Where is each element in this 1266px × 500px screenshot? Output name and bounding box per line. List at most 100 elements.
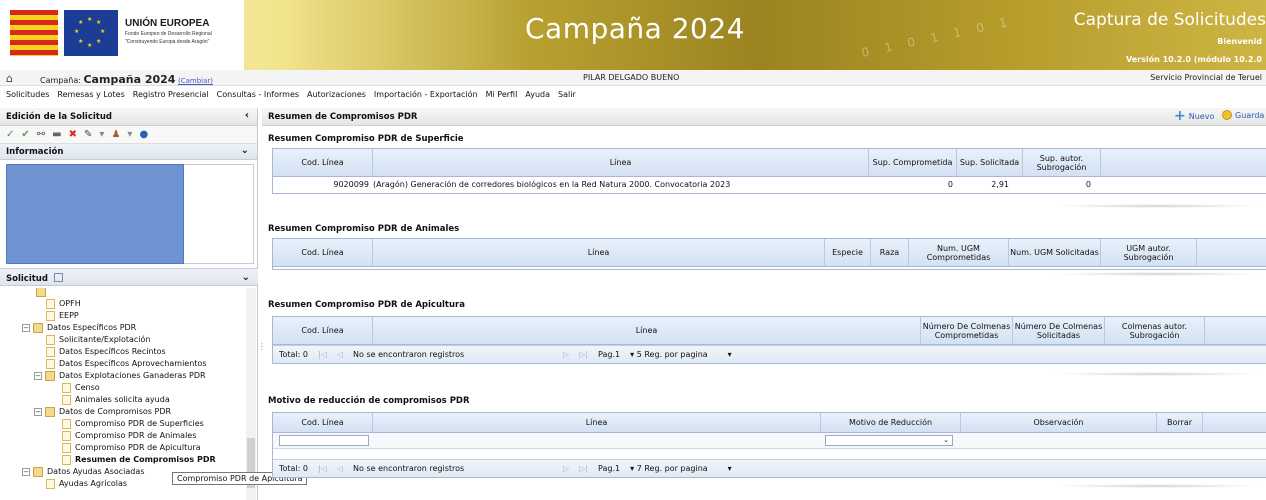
tree-item-solicitante[interactable]: Solicitante/Explotación [46, 334, 151, 346]
menu-salir[interactable]: Salir [558, 88, 576, 104]
eu-logo-block: ★ ★ ★ ★ ★ ★ ★ ★ UNIÓN EUROPEA Fondo Europeo d… [0, 0, 244, 70]
pager-per-page[interactable]: ▾ 7 Reg. por pagina [630, 464, 718, 473]
chevron-down-icon[interactable]: ⌄ [241, 145, 249, 156]
last-page-icon[interactable]: ▷| [579, 464, 588, 473]
tree-item-ayudas-agricolas[interactable]: Ayudas Agrícolas [46, 478, 127, 490]
table-shadow [1052, 484, 1262, 488]
validate-icon[interactable]: ✓ [6, 129, 14, 140]
prev-page-icon[interactable]: ◁ [337, 464, 343, 473]
tree-item-aprovechamientos[interactable]: Datos Específicos Aprovechamientos [46, 358, 206, 370]
dropdown-arrow-icon[interactable]: ▾ [99, 129, 104, 140]
motivo-pager: Total: 0 |◁ ◁ No se encontraron registro… [273, 459, 1266, 477]
tree-item[interactable] [36, 288, 50, 298]
tree-item-datos-especificos-pdr[interactable]: − Datos Específicos PDR [22, 322, 136, 334]
col-sup-comprometida[interactable]: Sup. Comprometida [869, 149, 957, 176]
collapse-icon[interactable]: − [34, 372, 42, 380]
collapse-icon[interactable]: − [22, 324, 30, 332]
col-cod-linea[interactable]: Cod. Línea [273, 317, 373, 344]
table-row[interactable]: 9020099 (Aragón) Generación de corredore… [273, 177, 1266, 193]
check-all-icon[interactable]: ✔ [21, 129, 29, 140]
apicultura-header-row: Cod. Línea Línea Número De Colmenas Comp… [273, 317, 1266, 345]
prev-page-icon[interactable]: ◁ [337, 350, 343, 359]
home-icon[interactable]: ⌂ [6, 72, 13, 85]
col-sup-solicitada[interactable]: Sup. Solicitada [957, 149, 1023, 176]
menu-importacion-exportacion[interactable]: Importación - Exportación [374, 88, 478, 104]
col-sup-subrogacion[interactable]: Sup. autor. Subrogación [1023, 149, 1101, 176]
col-linea[interactable]: Línea [373, 317, 921, 344]
change-campaign-link[interactable]: (Cambiar) [178, 77, 213, 85]
menu-ayuda[interactable]: Ayuda [525, 88, 550, 104]
per-page-dropdown-icon[interactable]: ▾ [728, 350, 732, 359]
col-motivo[interactable]: Motivo de Reducción [821, 413, 961, 432]
col-cod-linea[interactable]: Cod. Línea [273, 413, 373, 432]
superficie-header-row: Cod. Línea Línea Sup. Comprometida Sup. … [273, 149, 1266, 177]
print-icon[interactable]: ▬ [52, 129, 61, 140]
help-icon[interactable]: ● [139, 129, 148, 140]
tree-item-opfh[interactable]: OPFH [46, 298, 81, 310]
menu-solicitudes[interactable]: Solicitudes [6, 88, 49, 104]
next-page-icon[interactable]: ▷ [563, 464, 569, 473]
cod-linea-filter-input[interactable] [279, 435, 369, 446]
table-shadow [1052, 272, 1262, 276]
user-dropdown-icon[interactable]: ▾ [127, 129, 132, 140]
col-colmenas-comprometidas[interactable]: Número De Colmenas Comprometidas [921, 317, 1013, 344]
user-icon[interactable]: ♟ [111, 129, 120, 140]
collapse-icon[interactable]: − [34, 408, 42, 416]
chevron-down-icon[interactable]: ⌄ [242, 272, 250, 283]
tree-item-compromiso-apicultura[interactable]: Compromiso PDR de Apicultura [62, 442, 200, 454]
col-linea[interactable]: Línea [373, 149, 869, 176]
tree-item-ayudas-asociadas[interactable]: − Datos Ayudas Asociadas [22, 466, 144, 478]
collapse-left-icon[interactable]: ‹ [245, 110, 249, 121]
tree-item-datos-compromisos[interactable]: − Datos de Compromisos PDR [34, 406, 171, 418]
tree-item-resumen-compromisos[interactable]: Resumen de Compromisos PDR [62, 454, 216, 466]
col-ugm-subrogacion[interactable]: UGM autor. Subrogación [1101, 239, 1197, 266]
info-section-title: Información [6, 147, 64, 157]
tree-item-eepp[interactable]: EEPP [46, 310, 79, 322]
collapse-icon[interactable]: − [22, 468, 30, 476]
tree-scrollbar[interactable] [246, 288, 256, 500]
col-ugm-solicitadas[interactable]: Num. UGM Solicitadas [1009, 239, 1101, 266]
menu-registro-presencial[interactable]: Registro Presencial [133, 88, 209, 104]
menu-mi-perfil[interactable]: Mi Perfil [486, 88, 518, 104]
edit-icon[interactable]: ✎ [84, 129, 92, 140]
col-linea[interactable]: Línea [373, 239, 825, 266]
motivo-filter-select[interactable]: ⌄ [825, 435, 953, 446]
tree-item-recintos[interactable]: Datos Específicos Recintos [46, 346, 166, 358]
first-page-icon[interactable]: |◁ [318, 464, 327, 473]
col-linea[interactable]: Línea [373, 413, 821, 432]
save-button[interactable]: Guarda [1222, 110, 1264, 120]
solicitud-section-header[interactable]: Solicitud ⌄ [0, 268, 258, 286]
col-especie[interactable]: Especie [825, 239, 871, 266]
pager-page[interactable]: Pag.1 [598, 464, 620, 473]
document-icon [46, 359, 55, 369]
col-ugm-comprometidas[interactable]: Num. UGM Comprometidas [909, 239, 1009, 266]
tree-item-animales-solicita[interactable]: Animales solicita ayuda [62, 394, 170, 406]
binoculars-icon[interactable]: ⚯ [37, 129, 45, 140]
col-cod-linea[interactable]: Cod. Línea [273, 149, 373, 176]
campaign-label: Campaña: Campaña 2024 (Cambiar) [40, 73, 213, 86]
new-button[interactable]: + Nuevo [1174, 108, 1214, 124]
tree-item-explotaciones-ganaderas[interactable]: − Datos Explotaciones Ganaderas PDR [34, 370, 206, 382]
tree-item-compromiso-superficies[interactable]: Compromiso PDR de Superficies [62, 418, 204, 430]
delete-icon[interactable]: ✖ [69, 129, 77, 140]
menu-autorizaciones[interactable]: Autorizaciones [307, 88, 366, 104]
per-page-dropdown-icon[interactable]: ▾ [728, 464, 732, 473]
tree-item-compromiso-animales[interactable]: Compromiso PDR de Animales [62, 430, 196, 442]
col-raza[interactable]: Raza [871, 239, 909, 266]
info-section-header[interactable]: Información ⌄ [0, 144, 257, 160]
col-observacion[interactable]: Observación [961, 413, 1157, 432]
col-borrar[interactable]: Borrar [1157, 413, 1203, 432]
tree-item-censo[interactable]: Censo [62, 382, 100, 394]
pager-per-page[interactable]: ▾ 5 Reg. por pagina [630, 350, 718, 359]
menu-consultas-informes[interactable]: Consultas - Informes [217, 88, 299, 104]
first-page-icon[interactable]: |◁ [318, 350, 327, 359]
filter-row: ⌄ [273, 433, 1266, 449]
pager-page[interactable]: Pag.1 [598, 350, 620, 359]
col-cod-linea[interactable]: Cod. Línea [273, 239, 373, 266]
col-colmenas-subrogacion[interactable]: Colmenas autor. Subrogación [1105, 317, 1205, 344]
plus-icon: + [1174, 108, 1186, 124]
menu-remesas-lotes[interactable]: Remesas y Lotes [57, 88, 124, 104]
col-colmenas-solicitadas[interactable]: Número De Colmenas Solicitadas [1013, 317, 1105, 344]
last-page-icon[interactable]: ▷| [579, 350, 588, 359]
next-page-icon[interactable]: ▷ [563, 350, 569, 359]
